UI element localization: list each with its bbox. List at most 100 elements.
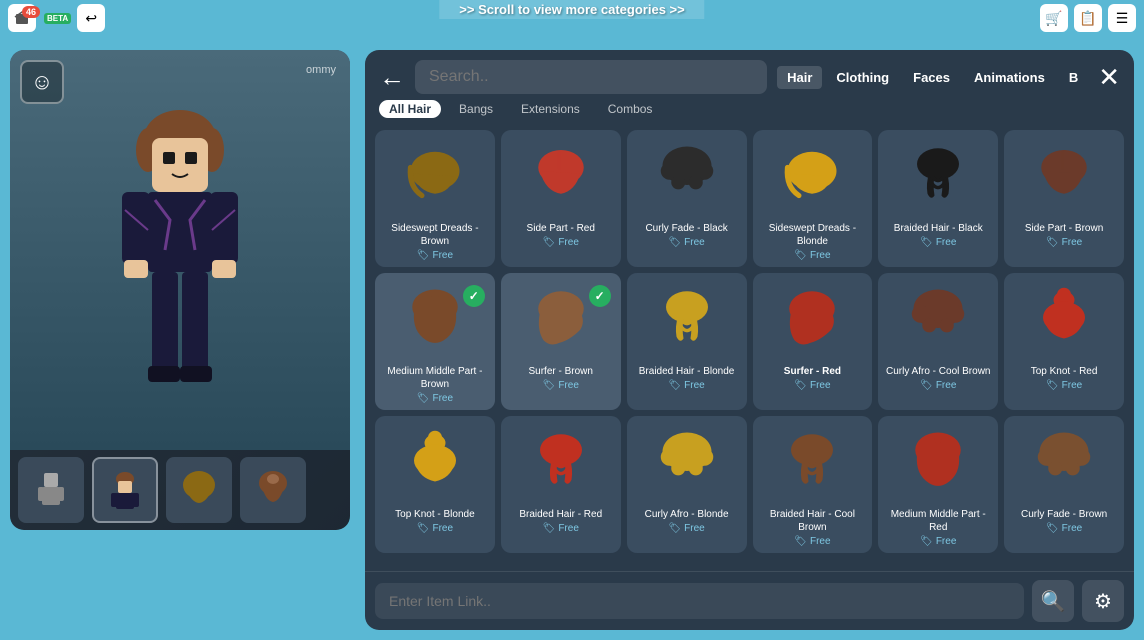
thumb-3[interactable] (166, 457, 232, 523)
tab-b[interactable]: B (1059, 66, 1088, 89)
face-camera-icon[interactable]: ☺ (20, 60, 64, 104)
price-tag-icon-8: 🏷 (543, 380, 556, 391)
grid-item-6[interactable]: Side Part - Brown 🏷Free (1004, 130, 1124, 267)
tab-clothing[interactable]: Clothing (826, 66, 899, 89)
price-tag-icon-13: 🏷 (417, 523, 430, 534)
item-price-15: 🏷Free (668, 523, 704, 534)
grid-item-14[interactable]: Braided Hair - Red🏷Free (501, 416, 621, 553)
tab-faces[interactable]: Faces (903, 66, 960, 89)
scroll-banner: >> Scroll to view more categories >> (439, 0, 704, 19)
item-name-5: Braided Hair - Black (894, 222, 983, 235)
thumb-icon-2 (102, 467, 148, 513)
clipboard-icon[interactable]: 📋 (1074, 4, 1102, 32)
sub-tabs: All Hair Bangs Extensions Combos (365, 100, 1134, 126)
item-name-17: Medium Middle Part - Red (884, 508, 992, 534)
grid-item-10[interactable]: Surfer - Red🏷Free (753, 273, 873, 410)
grid-item-17[interactable]: Medium Middle Part - Red🏷Free (878, 416, 998, 553)
price-label-4: Free (810, 250, 831, 261)
beta-badge: BETA (44, 13, 71, 24)
item-preview-18 (1010, 424, 1118, 504)
cart-icon[interactable]: 🛒 (1040, 4, 1068, 32)
bottom-bar: 🔍 ⚙ (365, 571, 1134, 630)
item-price-9: 🏷Free (668, 380, 704, 391)
grid-item-2[interactable]: Side Part - Red🏷Free (501, 130, 621, 267)
grid-item-4[interactable]: Sideswept Dreads - Blonde🏷Free (753, 130, 873, 267)
grid-item-1[interactable]: Sideswept Dreads - Brown🏷Free (375, 130, 495, 267)
grid-item-5[interactable]: Braided Hair - Black 🏷Free (878, 130, 998, 267)
avatar-name: ommy (306, 64, 336, 76)
price-label-6: Free (1062, 237, 1083, 248)
grid-item-15[interactable]: Curly Afro - Blonde🏷Free (627, 416, 747, 553)
menu-icon[interactable]: ☰ (1108, 4, 1136, 32)
thumb-2[interactable] (92, 457, 158, 523)
item-preview-14 (507, 424, 615, 504)
price-tag-icon-5: 🏷 (920, 237, 933, 248)
price-label-10: Free (810, 380, 831, 391)
price-label-5: Free (936, 237, 957, 248)
item-name-7: Medium Middle Part - Brown (381, 365, 489, 391)
thumb-1[interactable] (18, 457, 84, 523)
price-label-15: Free (684, 523, 705, 534)
grid-item-7[interactable]: ✓Medium Middle Part - Brown🏷Free (375, 273, 495, 410)
close-button[interactable]: ✕ (1098, 64, 1120, 90)
tab-animations[interactable]: Animations (964, 66, 1055, 89)
item-preview-1 (381, 138, 489, 218)
price-tag-icon-3: 🏷 (668, 237, 681, 248)
settings-button[interactable]: ⚙ (1082, 580, 1124, 622)
item-preview-11 (884, 281, 992, 361)
sub-tab-all-hair[interactable]: All Hair (379, 100, 441, 118)
item-preview-16 (759, 424, 867, 504)
item-price-13: 🏷Free (417, 523, 453, 534)
price-tag-icon-16: 🏷 (794, 536, 807, 547)
check-badge-7: ✓ (463, 285, 485, 307)
notification-badge: 46 (22, 6, 40, 18)
sub-tab-bangs[interactable]: Bangs (449, 100, 503, 118)
grid-item-12[interactable]: Top Knot - Red🏷Free (1004, 273, 1124, 410)
item-link-input[interactable] (375, 583, 1024, 619)
item-preview-3 (633, 138, 741, 218)
price-tag-icon-4: 🏷 (794, 250, 807, 261)
grid-item-8[interactable]: ✓Surfer - Brown🏷Free (501, 273, 621, 410)
price-label-18: Free (1062, 523, 1083, 534)
avatar-figure (80, 90, 280, 410)
price-tag-icon-14: 🏷 (543, 523, 556, 534)
grid-item-13[interactable]: Top Knot - Blonde🏷Free (375, 416, 495, 553)
grid-item-3[interactable]: Curly Fade - Black🏷Free (627, 130, 747, 267)
item-preview-10 (759, 281, 867, 361)
catalog-panel: ← Hair Clothing Faces Animations B ✕ All… (365, 50, 1134, 630)
sub-tab-extensions[interactable]: Extensions (511, 100, 590, 118)
item-name-9: Braided Hair - Blonde (639, 365, 735, 378)
price-tag-icon-2: 🏷 (543, 237, 556, 248)
grid-item-16[interactable]: Braided Hair - Cool Brown🏷Free (753, 416, 873, 553)
zoom-button[interactable]: 🔍 (1032, 580, 1074, 622)
price-tag-icon-1: 🏷 (417, 250, 430, 261)
item-preview-13 (381, 424, 489, 504)
item-preview-6 (1010, 138, 1118, 218)
item-name-6: Side Part - Brown (1025, 222, 1103, 235)
grid-item-11[interactable]: Curly Afro - Cool Brown🏷Free (878, 273, 998, 410)
item-name-18: Curly Fade - Brown (1021, 508, 1107, 521)
history-icon[interactable]: ↩ (77, 4, 105, 32)
tab-hair[interactable]: Hair (777, 66, 822, 89)
back-button[interactable]: ← (379, 64, 405, 90)
item-name-2: Side Part - Red (527, 222, 595, 235)
thumb-4[interactable] (240, 457, 306, 523)
check-badge-8: ✓ (589, 285, 611, 307)
price-tag-icon-10: 🏷 (794, 380, 807, 391)
search-input[interactable] (415, 60, 767, 94)
sub-tab-combos[interactable]: Combos (598, 100, 663, 118)
price-label-9: Free (684, 380, 705, 391)
price-tag-icon-9: 🏷 (668, 380, 681, 391)
catalog-header: ← Hair Clothing Faces Animations B ✕ (365, 50, 1134, 100)
price-tag-icon-6: 🏷 (1046, 237, 1059, 248)
item-preview-17 (884, 424, 992, 504)
price-tag-icon-12: 🏷 (1046, 380, 1059, 391)
item-grid: Sideswept Dreads - Brown🏷Free Side Part -… (365, 126, 1134, 571)
item-price-1: 🏷Free (417, 250, 453, 261)
item-name-14: Braided Hair - Red (519, 508, 602, 521)
price-label-8: Free (558, 380, 579, 391)
grid-item-18[interactable]: Curly Fade - Brown🏷Free (1004, 416, 1124, 553)
thumbnail-strip (10, 450, 350, 530)
grid-item-9[interactable]: Braided Hair - Blonde 🏷Free (627, 273, 747, 410)
category-tabs: Hair Clothing Faces Animations B (777, 66, 1088, 89)
